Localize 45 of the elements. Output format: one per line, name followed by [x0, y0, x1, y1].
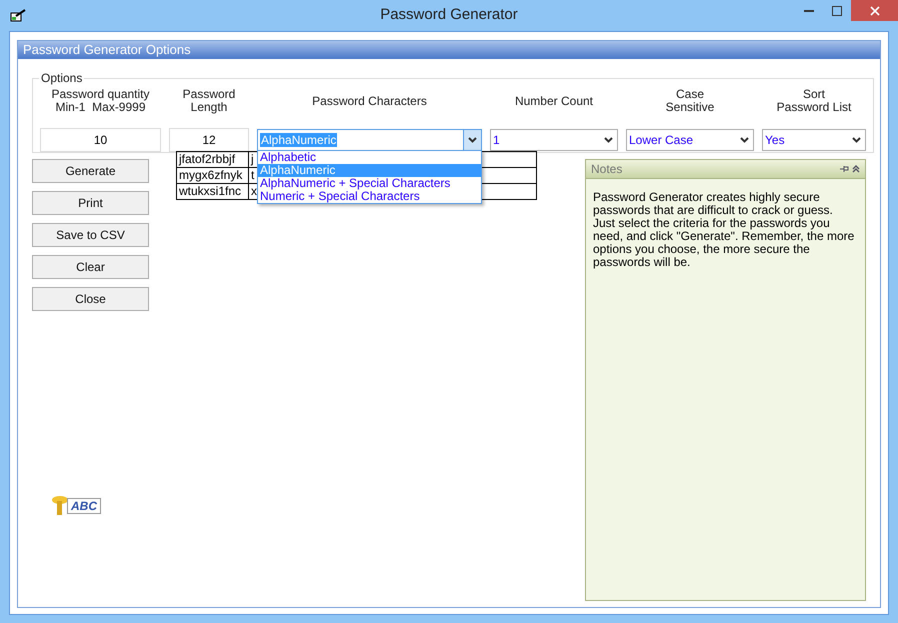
dropdown-value: Yes: [765, 133, 785, 147]
minimize-icon: [804, 10, 814, 12]
window-title: Password Generator: [379, 5, 519, 26]
maximize-icon: [832, 6, 842, 16]
column-label: Password: [182, 88, 236, 101]
column-label: Password quantity: [51, 88, 150, 101]
column-label: Password List: [776, 101, 852, 114]
logo-text: ABC: [67, 498, 101, 514]
dropdown[interactable]: 1: [490, 129, 618, 151]
dropdown-value: AlphaNumeric: [260, 133, 338, 147]
collapse-icon[interactable]: [852, 165, 860, 173]
password-cell: jfatof2rbbjf: [176, 152, 248, 168]
close-icon: [870, 6, 880, 16]
column-label: Sort: [802, 88, 825, 101]
dropdown-option[interactable]: AlphaNumeric + Special Characters: [258, 177, 481, 190]
app-icon: [10, 8, 26, 22]
notes-text: Password Generator creates highly secure passwords that are difficult to crack or guess. Just select the criteria for the passwords you need, and click "Generate". Remember, the more options you choose, the more secure the passwords will be.: [592, 189, 856, 269]
action-button[interactable]: Save to CSV: [32, 223, 149, 247]
column-label: Number Count: [514, 94, 594, 108]
dropdown[interactable]: Yes: [762, 129, 866, 151]
column-label: Length: [190, 101, 228, 114]
action-button[interactable]: Print: [32, 191, 149, 215]
dropdown[interactable]: Lower Case: [626, 129, 754, 151]
column-label: Password Characters: [312, 94, 427, 108]
dropdown-option[interactable]: Numeric + Special Characters: [258, 190, 481, 203]
key-icon: [51, 495, 69, 517]
action-button[interactable]: Close: [32, 287, 149, 311]
column-label: Sensitive: [666, 101, 714, 114]
group-legend: Options: [39, 69, 84, 87]
notes-title: Notes: [591, 161, 622, 178]
column-label: Case: [676, 88, 704, 101]
pin-icon[interactable]: [840, 165, 849, 173]
dropdown-option[interactable]: Alphabetic: [258, 151, 481, 164]
column-label: Min-1 Max-9999: [55, 101, 146, 114]
quantity-field[interactable]: 10: [40, 128, 161, 152]
close-button[interactable]: [851, 0, 898, 21]
password-cell: mygx6zfnyk: [176, 168, 248, 184]
action-button[interactable]: Generate: [32, 159, 149, 183]
password-cell: wtukxsi1fnc: [176, 184, 248, 200]
action-button[interactable]: Clear: [32, 255, 149, 279]
dropdown-caret-icon[interactable]: [463, 130, 481, 150]
length-field[interactable]: 12: [169, 128, 249, 152]
dropdown-value: 1: [493, 133, 500, 147]
panel-title: Password Generator Options: [23, 41, 191, 60]
dropdown-value: Lower Case: [629, 133, 694, 147]
